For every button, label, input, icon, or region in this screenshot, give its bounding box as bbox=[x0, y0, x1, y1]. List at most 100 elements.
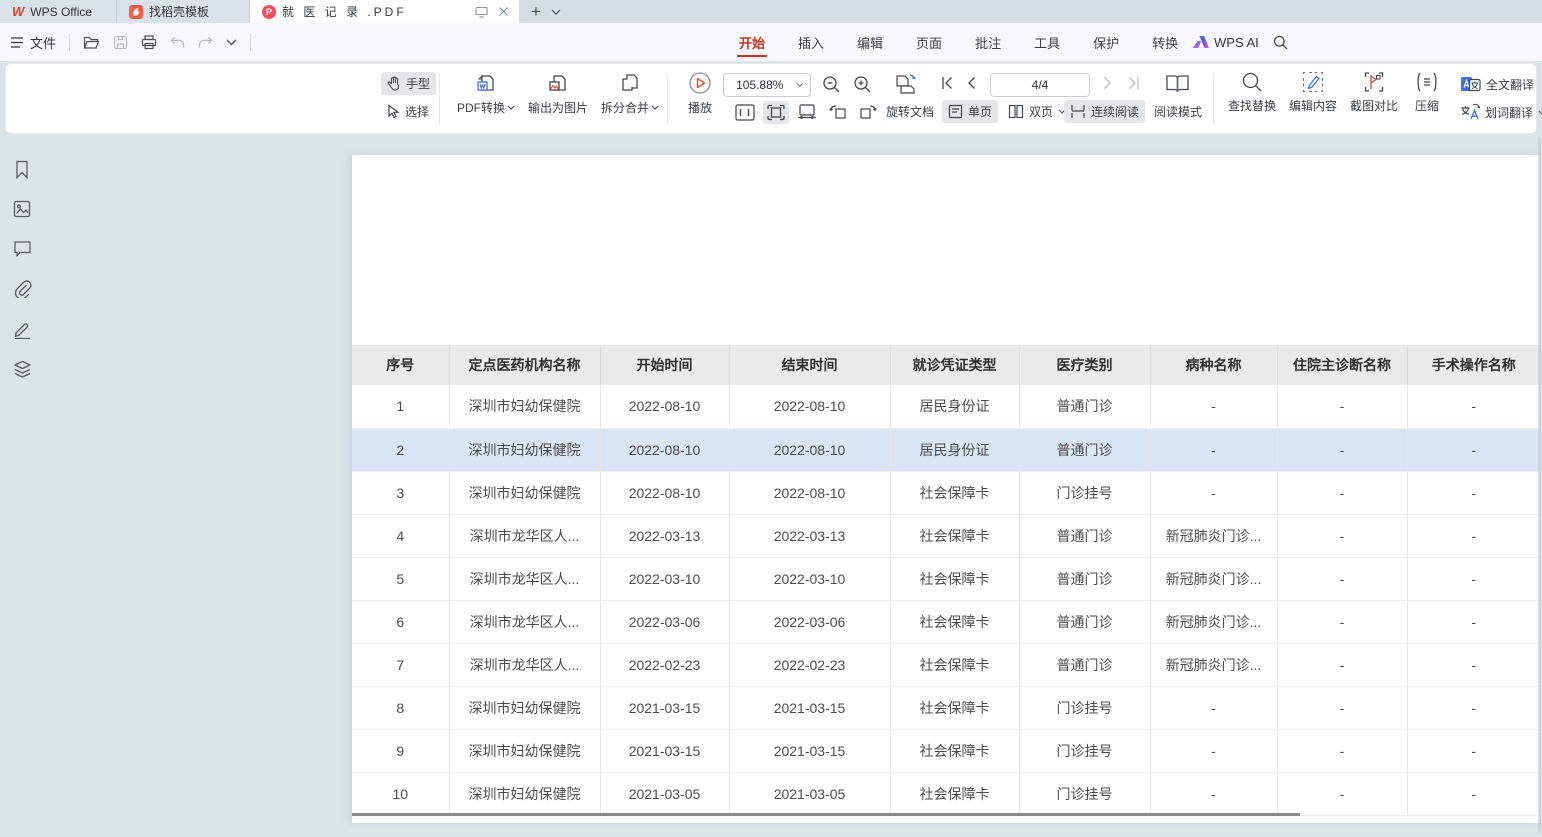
menu-tab-0[interactable]: 开始 bbox=[737, 24, 767, 61]
table-row: 3深圳市妇幼保健院2022-08-102022-08-10社会保障卡门诊挂号--… bbox=[352, 471, 1540, 514]
table-cell: - bbox=[1150, 772, 1277, 815]
save-icon[interactable] bbox=[113, 35, 128, 50]
signature-icon[interactable] bbox=[13, 320, 32, 339]
full-translate-button[interactable]: 全文翻译 bbox=[1454, 72, 1540, 96]
file-menu-button[interactable]: 文件 bbox=[10, 33, 56, 52]
menu-tab-7[interactable]: 转换 bbox=[1150, 24, 1180, 61]
left-sidebar bbox=[0, 134, 44, 837]
rotate-left-button[interactable] bbox=[829, 103, 848, 120]
single-page-button[interactable]: 单页 bbox=[942, 100, 998, 123]
actual-size-button[interactable] bbox=[735, 104, 755, 121]
monitor-icon[interactable] bbox=[475, 6, 488, 18]
rotate-doc-button[interactable]: 旋转文档 bbox=[880, 100, 940, 123]
table-cell: 普通门诊 bbox=[1019, 428, 1150, 471]
zoom-in-button[interactable] bbox=[853, 75, 872, 94]
divider bbox=[250, 33, 251, 51]
table-cell: 门诊挂号 bbox=[1019, 729, 1150, 772]
double-page-button[interactable]: 双页 bbox=[1002, 100, 1072, 123]
close-tab-icon[interactable] bbox=[498, 6, 509, 17]
rotate-right-button[interactable] bbox=[858, 103, 877, 120]
menu-tab-4[interactable]: 批注 bbox=[973, 24, 1003, 61]
swap-pages-icon bbox=[892, 72, 918, 96]
compress-button[interactable]: 压缩 bbox=[1405, 71, 1449, 114]
print-icon[interactable] bbox=[141, 35, 157, 50]
divider bbox=[439, 74, 440, 124]
comment-icon[interactable] bbox=[13, 240, 32, 257]
select-tool-button[interactable]: 选择 bbox=[381, 100, 435, 123]
table-cell: 深圳市龙华区人... bbox=[449, 600, 600, 643]
redo-icon[interactable] bbox=[198, 36, 213, 49]
table-cell: 普通门诊 bbox=[1019, 385, 1150, 428]
table-cell: 深圳市龙华区人... bbox=[449, 557, 600, 600]
tab-document-pdf[interactable]: P 就 医 记 录 .PDF bbox=[250, 0, 465, 23]
screenshot-compare-button[interactable]: 截图对比 bbox=[1345, 71, 1403, 114]
layers-icon[interactable] bbox=[13, 360, 32, 379]
read-mode-icon-box[interactable] bbox=[1164, 72, 1191, 96]
table-cell: 2021-03-15 bbox=[729, 686, 890, 729]
read-mode-button[interactable]: 阅读模式 bbox=[1148, 100, 1208, 123]
table-cell: 4 bbox=[352, 514, 449, 557]
export-image-icon bbox=[546, 71, 570, 95]
tab-docer-templates[interactable]: 找稻壳模板 bbox=[117, 0, 250, 23]
table-row: 7深圳市龙华区人...2022-02-232022-02-23社会保障卡普通门诊… bbox=[352, 643, 1540, 686]
continuous-read-button[interactable]: 连续阅读 bbox=[1064, 100, 1145, 123]
table-cell: 2022-08-10 bbox=[600, 471, 729, 514]
menu-tab-2[interactable]: 编辑 bbox=[855, 24, 885, 61]
menu-tab-3[interactable]: 页面 bbox=[914, 24, 944, 61]
table-cell: - bbox=[1277, 643, 1407, 686]
table-cell: 2022-02-23 bbox=[600, 643, 729, 686]
menu-tab-6[interactable]: 保护 bbox=[1091, 24, 1121, 61]
swap-pages-button[interactable] bbox=[892, 72, 918, 96]
table-cell: - bbox=[1407, 729, 1540, 772]
find-replace-button[interactable]: 查找替换 bbox=[1223, 71, 1281, 114]
split-merge-button[interactable]: 拆分合并 bbox=[597, 71, 663, 116]
split-merge-icon bbox=[618, 71, 642, 95]
zoom-out-button[interactable] bbox=[822, 75, 841, 94]
table-cell: - bbox=[1407, 772, 1540, 815]
wps-ai-button[interactable]: WPS AI bbox=[1193, 35, 1259, 50]
chevron-down-icon bbox=[651, 105, 659, 110]
fit-page-button[interactable] bbox=[763, 101, 789, 124]
bookmark-icon[interactable] bbox=[13, 160, 31, 179]
open-folder-icon[interactable] bbox=[83, 35, 100, 50]
table-cell: 深圳市妇幼保健院 bbox=[449, 428, 600, 471]
table-cell: - bbox=[1150, 686, 1277, 729]
edit-content-button[interactable]: 编辑内容 bbox=[1284, 71, 1342, 114]
zoom-level-input[interactable] bbox=[724, 78, 796, 92]
fit-width-icon bbox=[797, 104, 817, 119]
table-cell: 社会保障卡 bbox=[890, 600, 1019, 643]
pdf-convert-button[interactable]: PDF转换 bbox=[453, 71, 519, 116]
zoom-level-combobox[interactable] bbox=[723, 73, 811, 97]
word-translate-button[interactable]: 划词翻译 bbox=[1454, 100, 1542, 124]
page-number-input[interactable] bbox=[990, 73, 1090, 97]
next-page-button[interactable] bbox=[1103, 76, 1113, 90]
tab-list-chevron-icon[interactable] bbox=[551, 9, 561, 15]
menu-tab-1[interactable]: 插入 bbox=[796, 24, 826, 61]
first-page-icon bbox=[940, 76, 954, 90]
zoom-out-icon bbox=[822, 75, 841, 94]
quickbar-chevron-icon[interactable] bbox=[226, 39, 237, 46]
export-image-button[interactable]: 输出为图片 bbox=[522, 71, 594, 116]
fit-width-button[interactable] bbox=[797, 104, 817, 119]
new-tab-button[interactable]: + bbox=[531, 3, 541, 20]
double-page-icon bbox=[1008, 104, 1024, 119]
thumbnail-icon[interactable] bbox=[13, 200, 31, 218]
menu-tab-5[interactable]: 工具 bbox=[1032, 24, 1062, 61]
table-header-cell: 结束时间 bbox=[729, 345, 890, 385]
last-page-button[interactable] bbox=[1127, 76, 1141, 90]
prev-page-button[interactable] bbox=[966, 76, 976, 90]
first-page-button[interactable] bbox=[940, 76, 954, 90]
single-page-icon bbox=[948, 104, 963, 119]
table-cell: 2022-03-13 bbox=[729, 514, 890, 557]
menu-search-icon[interactable] bbox=[1273, 35, 1288, 50]
attachment-icon[interactable] bbox=[13, 280, 32, 298]
tab-wps-office[interactable]: W WPS Office bbox=[0, 0, 117, 23]
table-cell: 新冠肺炎门诊... bbox=[1150, 514, 1277, 557]
undo-icon[interactable] bbox=[170, 36, 185, 49]
table-cell: - bbox=[1277, 600, 1407, 643]
tab-label: 就 医 记 录 .PDF bbox=[282, 3, 407, 20]
play-button[interactable]: 播放 bbox=[678, 71, 722, 116]
hand-tool-button[interactable]: 手型 bbox=[381, 72, 436, 95]
vertical-scrollbar[interactable] bbox=[1538, 138, 1541, 833]
table-cell: 2022-08-10 bbox=[729, 385, 890, 428]
